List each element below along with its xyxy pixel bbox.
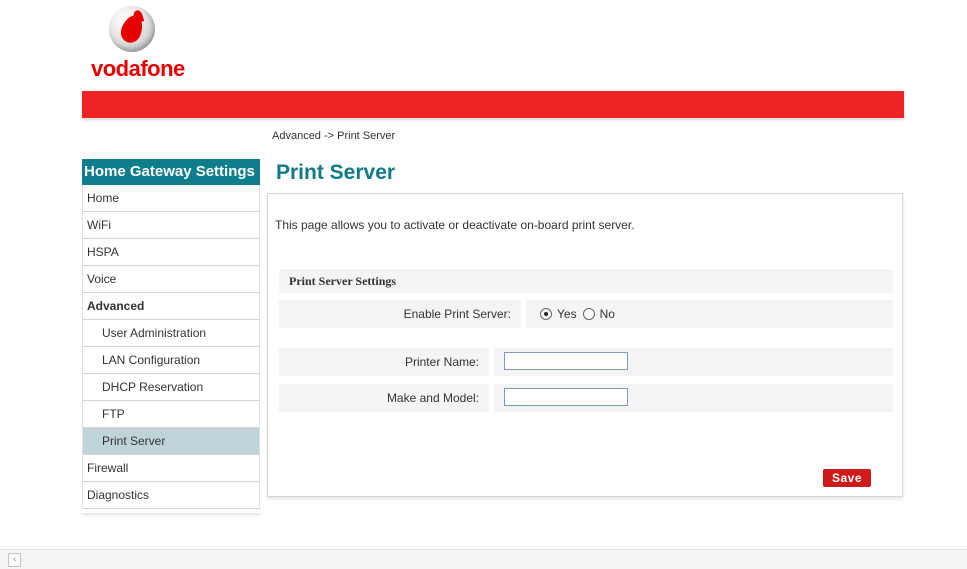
make-model-input[interactable] <box>504 388 628 406</box>
radio-no[interactable] <box>582 308 595 320</box>
printer-name-input[interactable] <box>504 352 628 370</box>
save-button[interactable]: Save <box>823 469 871 487</box>
sidebar-item-hspa[interactable]: HSPA <box>82 239 260 266</box>
radio-yes[interactable] <box>540 308 552 320</box>
sidebar-item-wifi[interactable]: WiFi <box>82 212 260 239</box>
vodafone-logo: vodafone <box>91 4 185 81</box>
make-model-row: Make and Model: <box>279 384 893 412</box>
sidebar: Home Gateway Settings Home WiFi HSPA Voice A… <box>82 159 260 513</box>
enable-print-server-row: Enable Print Server: Yes No <box>279 300 893 328</box>
sidebar-item-user-administration[interactable]: User Administration <box>82 320 260 347</box>
printer-name-row: Printer Name: <box>279 348 893 376</box>
brand-name: vodafone <box>91 56 185 81</box>
sidebar-item-lan-configuration[interactable]: LAN Configuration <box>82 347 260 374</box>
make-model-label: Make and Model: <box>279 384 489 412</box>
breadcrumb: Advanced -> Print Server <box>272 130 396 142</box>
sidebar-item-ftp[interactable]: FTP <box>82 401 260 428</box>
page-title: Print Server <box>276 161 396 184</box>
horizontal-scrollbar[interactable]: ‹ <box>0 549 967 569</box>
radio-yes-label[interactable]: Yes <box>557 307 577 321</box>
sidebar-item-print-server[interactable]: Print Server <box>82 428 260 455</box>
sidebar-item-dhcp-reservation[interactable]: DHCP Reservation <box>82 374 260 401</box>
page-description: This page allows you to activate or deac… <box>275 218 635 232</box>
scroll-left-icon[interactable]: ‹ <box>8 553 21 567</box>
vodafone-speechmark-icon <box>109 6 155 52</box>
sidebar-item-advanced[interactable]: Advanced <box>82 293 260 320</box>
sidebar-item-voice[interactable]: Voice <box>82 266 260 293</box>
printer-name-label: Printer Name: <box>279 348 489 376</box>
radio-no-label[interactable]: No <box>600 307 615 321</box>
sidebar-title: Home Gateway Settings <box>82 159 260 185</box>
section-title: Print Server Settings <box>279 269 893 293</box>
sidebar-item-diagnostics[interactable]: Diagnostics <box>82 482 260 509</box>
enable-print-server-radio-group: Yes No <box>540 307 621 321</box>
enable-print-server-label: Enable Print Server: <box>279 300 521 328</box>
sidebar-item-firewall[interactable]: Firewall <box>82 455 260 482</box>
header-bar <box>82 91 904 118</box>
settings-panel: This page allows you to activate or deac… <box>267 193 903 497</box>
sidebar-item-home[interactable]: Home <box>82 185 260 212</box>
